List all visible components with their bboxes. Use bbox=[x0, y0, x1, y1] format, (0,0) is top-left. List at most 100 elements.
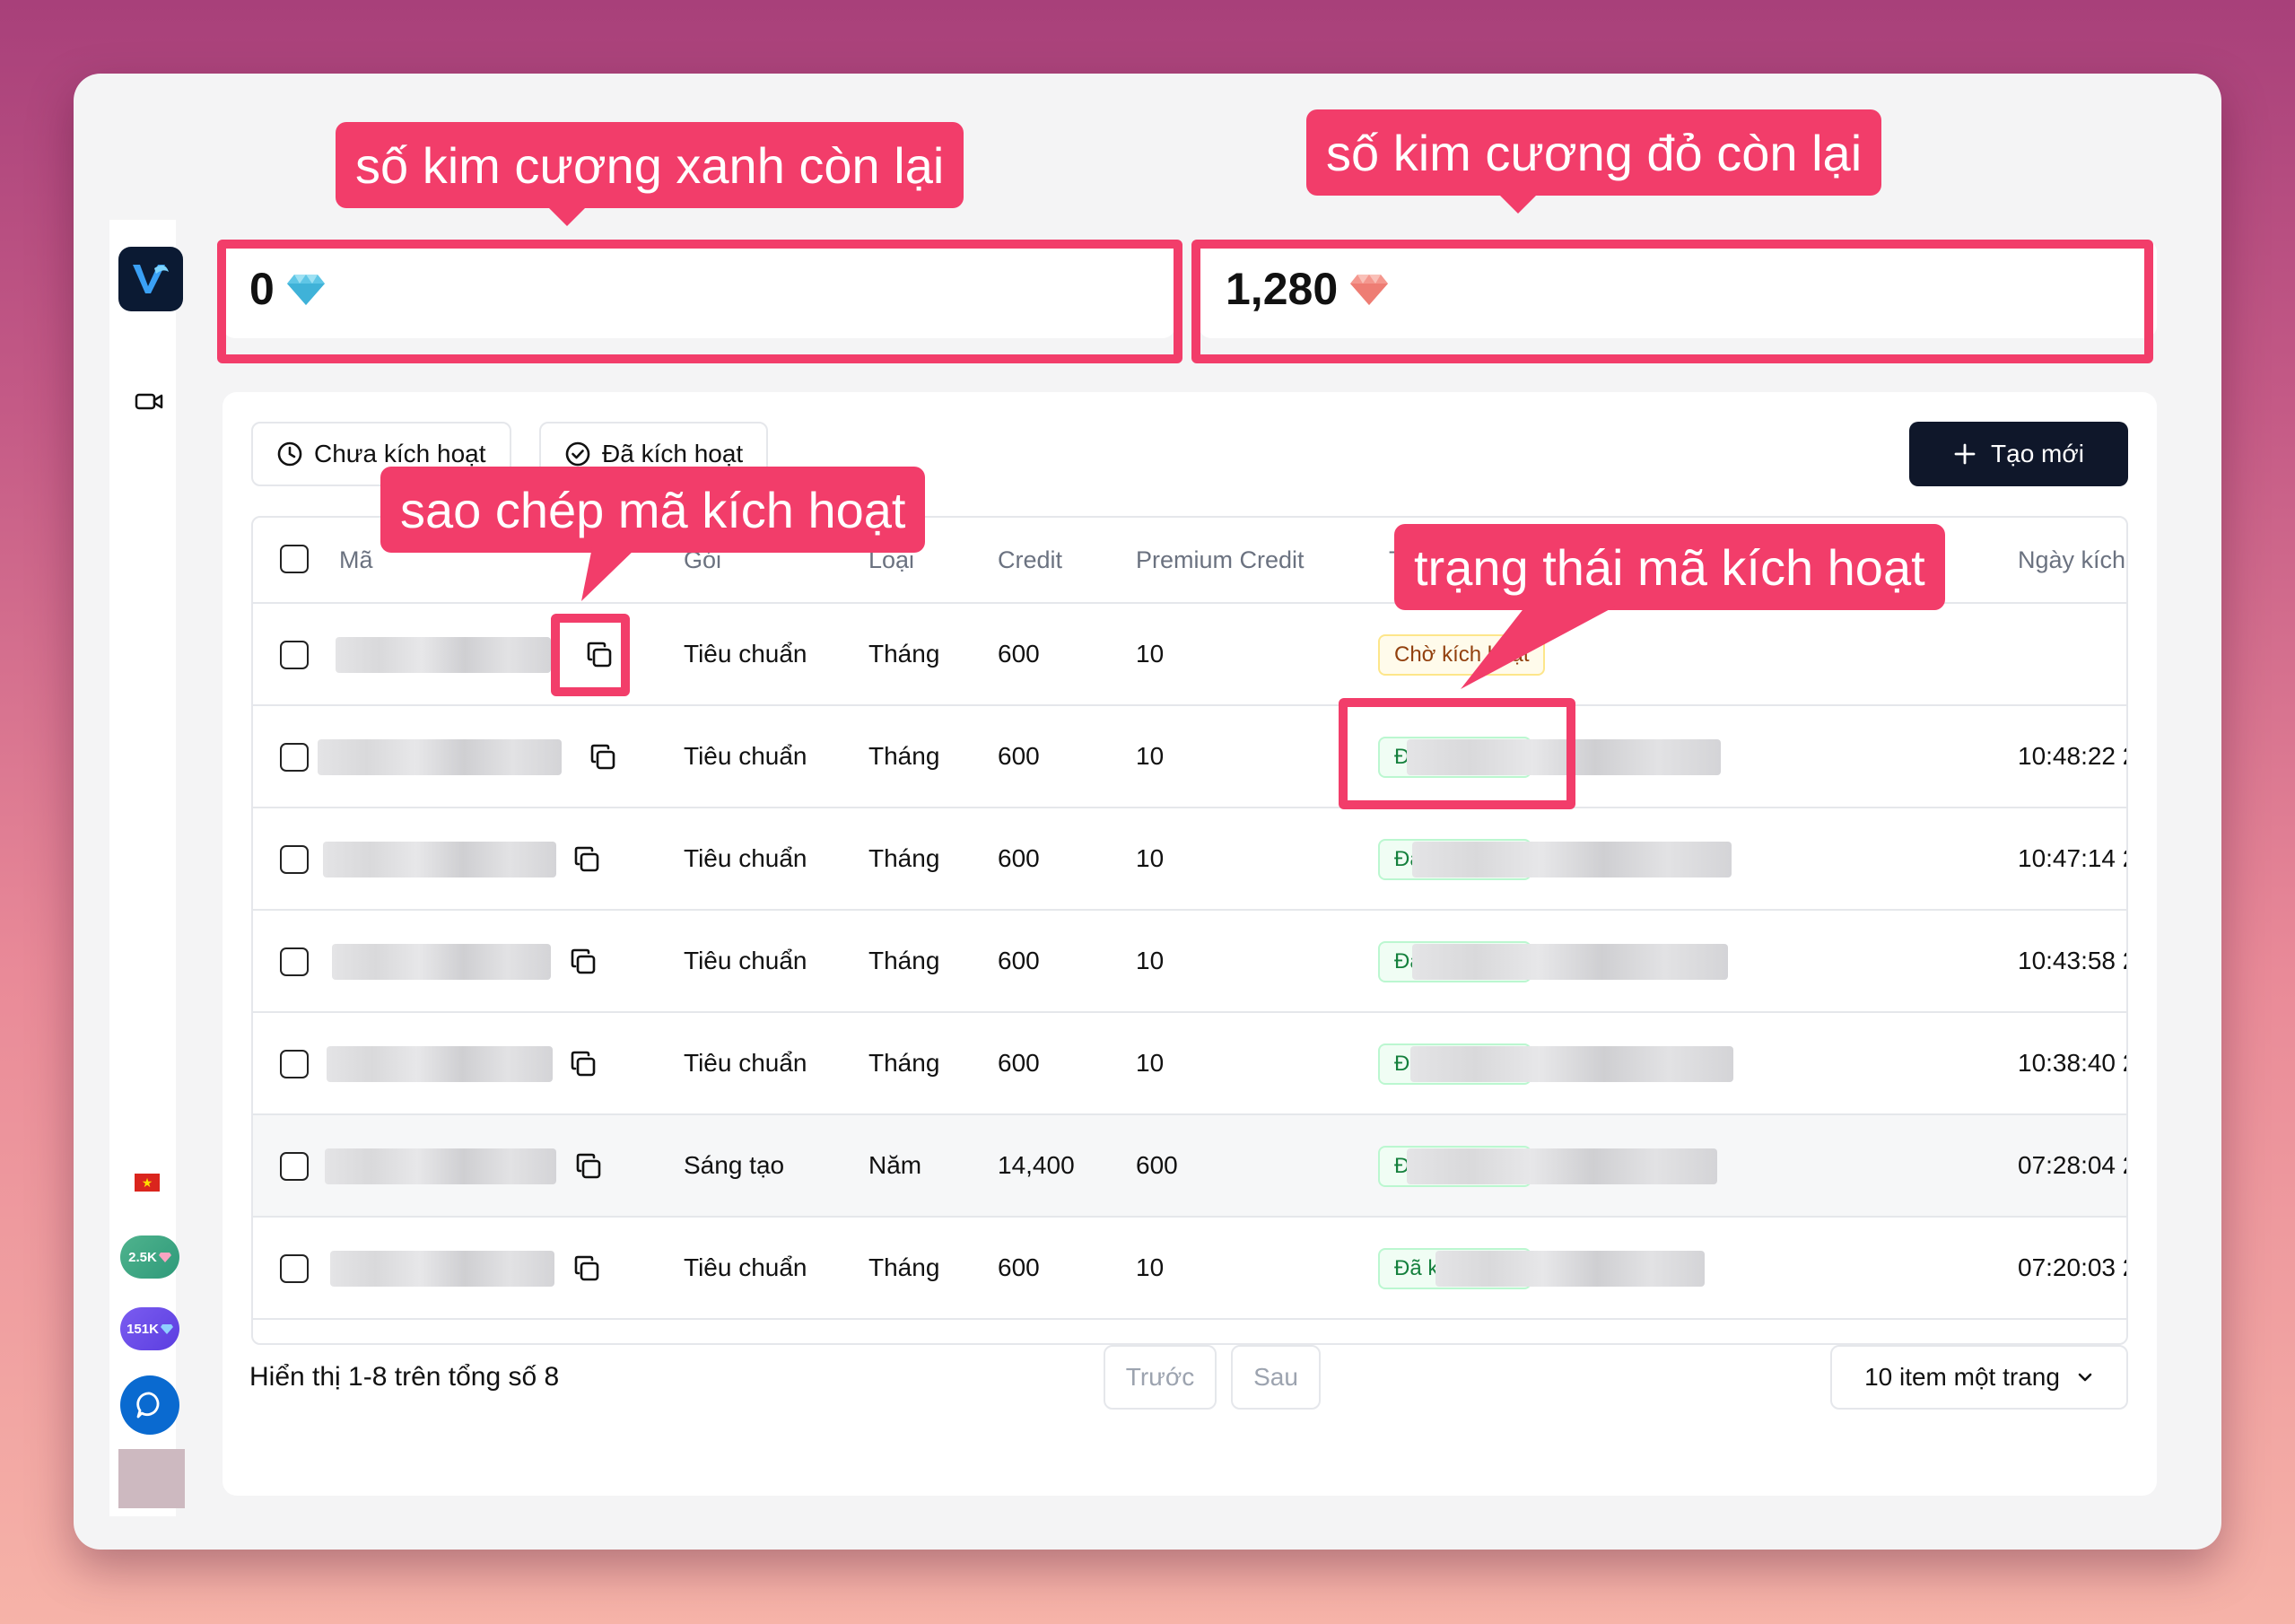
copy-icon[interactable] bbox=[572, 1254, 601, 1283]
app-window: ★ 2.5K 151K 0 1,280 Chưa kích hoạt Đã kí… bbox=[74, 74, 2221, 1550]
video-camera-icon[interactable] bbox=[135, 390, 163, 412]
pagination-summary: Hiển thị 1-8 trên tổng số 8 bbox=[249, 1362, 560, 1392]
red-diamond-icon bbox=[1350, 275, 1389, 305]
type-cell: Tháng bbox=[868, 1253, 940, 1281]
package-cell: Tiêu chuẩn bbox=[684, 947, 807, 974]
copy-icon[interactable] bbox=[569, 947, 598, 976]
package-cell: Tiêu chuẩn bbox=[684, 1253, 807, 1281]
tab-label: Đã kích hoạt bbox=[602, 440, 744, 467]
type-cell: Tháng bbox=[868, 1049, 940, 1077]
activation-date-cell: 07:28:04 25/12 bbox=[2018, 1151, 2126, 1179]
activation-code-value bbox=[318, 739, 562, 775]
tab-label: Chưa kích hoạt bbox=[314, 440, 486, 467]
credit-cell: 600 bbox=[998, 947, 1040, 974]
type-cell: Tháng bbox=[868, 947, 940, 974]
activation-date-cell: 10:38:40 27/12 bbox=[2018, 1049, 2126, 1077]
table-row[interactable]: Tiêu chuẩnTháng6001007:20:03 25/12Đã kíc… bbox=[253, 1218, 2126, 1320]
activated-by-value bbox=[1410, 1046, 1733, 1082]
blue-diamond-count: 0 bbox=[249, 264, 275, 314]
create-button-label: Tạo mới bbox=[1991, 440, 2084, 467]
premium-credit-cell: 10 bbox=[1136, 1253, 1165, 1281]
red-diamond-balance-pill[interactable]: 151K bbox=[120, 1307, 179, 1350]
activated-by-value bbox=[1412, 842, 1732, 877]
copy-icon[interactable] bbox=[574, 1152, 603, 1181]
type-cell: Tháng bbox=[868, 844, 940, 872]
credit-cell: 600 bbox=[998, 742, 1040, 770]
row-checkbox[interactable] bbox=[280, 845, 309, 874]
callout-tail bbox=[545, 205, 589, 226]
diamond-icon bbox=[160, 1324, 173, 1334]
package-cell: Tiêu chuẩn bbox=[684, 844, 807, 872]
premium-credit-cell: 600 bbox=[1136, 1151, 1178, 1179]
pill-label: 2.5K bbox=[128, 1249, 157, 1265]
activation-codes-table: Mã Gói Loại Credit Premium Credit T Ngày… bbox=[251, 516, 2128, 1345]
credit-cell: 600 bbox=[998, 844, 1040, 872]
column-header-premium-credit[interactable]: Premium Credit bbox=[1136, 518, 1305, 602]
app-logo[interactable] bbox=[118, 247, 183, 311]
activation-code-value bbox=[336, 637, 551, 673]
next-page-button[interactable]: Sau bbox=[1231, 1345, 1321, 1410]
per-page-label: 10 item một trang bbox=[1864, 1363, 2060, 1391]
package-cell: Tiêu chuẩn bbox=[684, 640, 807, 668]
table-row[interactable]: Sáng tạoNăm14,40060007:28:04 25/12Đã kíc… bbox=[253, 1115, 2126, 1218]
diamond-icon bbox=[158, 1253, 171, 1262]
pill-label: 151K bbox=[127, 1321, 159, 1337]
activation-code-value bbox=[330, 1251, 554, 1287]
table-row[interactable]: Tiêu chuẩn Tháng 600 10 Chờ kích hoạt bbox=[253, 604, 2126, 706]
blue-diamond-balance-card: 0 bbox=[223, 240, 1175, 338]
red-diamond-count: 1,280 bbox=[1226, 264, 1339, 314]
premium-credit-cell: 10 bbox=[1136, 640, 1165, 668]
chat-button[interactable] bbox=[120, 1375, 179, 1435]
row-checkbox[interactable] bbox=[280, 1254, 309, 1283]
check-circle-icon bbox=[565, 441, 590, 467]
activation-date-cell: 10:43:58 27/12 bbox=[2018, 947, 2126, 974]
type-cell: Năm bbox=[868, 1151, 922, 1179]
chevron-down-icon bbox=[2078, 1373, 2092, 1382]
row-checkbox[interactable] bbox=[280, 743, 309, 772]
credit-cell: 14,400 bbox=[998, 1151, 1075, 1179]
callout-blue-diamonds: số kim cương xanh còn lại bbox=[336, 122, 964, 208]
column-header-code[interactable]: Mã bbox=[339, 518, 373, 602]
callout-tail bbox=[1461, 607, 1615, 689]
copy-icon[interactable] bbox=[572, 845, 601, 874]
activation-date-cell: 07:20:03 25/12 bbox=[2018, 1253, 2126, 1281]
copy-icon[interactable] bbox=[569, 1050, 598, 1078]
blue-diamond-icon bbox=[286, 275, 325, 305]
table-row[interactable]: Tiêu chuẩnTháng6001010:43:58 27/12Đã kíc… bbox=[253, 911, 2126, 1013]
callout-code-status: trạng thái mã kích hoạt bbox=[1394, 524, 1945, 610]
vietnam-flag-icon[interactable]: ★ bbox=[135, 1174, 160, 1192]
plus-icon bbox=[1954, 443, 1976, 465]
avatar[interactable] bbox=[118, 1449, 185, 1508]
premium-credit-cell: 10 bbox=[1136, 742, 1165, 770]
row-checkbox[interactable] bbox=[280, 947, 309, 976]
premium-credit-cell: 10 bbox=[1136, 1049, 1165, 1077]
activation-date-cell: 10:48:22 27/12 bbox=[2018, 742, 2126, 770]
create-new-button[interactable]: Tạo mới bbox=[1909, 422, 2128, 486]
previous-page-button[interactable]: Trước bbox=[1104, 1345, 1217, 1410]
table-row[interactable]: Tiêu chuẩnTháng6001010:48:22 27/12Đã kíc… bbox=[253, 706, 2126, 808]
copy-icon[interactable] bbox=[589, 743, 617, 772]
callout-tail bbox=[1497, 192, 1540, 214]
items-per-page-select[interactable]: 10 item một trang bbox=[1830, 1345, 2128, 1410]
credit-cell: 600 bbox=[998, 1253, 1040, 1281]
type-cell: Tháng bbox=[868, 640, 940, 668]
blue-diamond-balance-pill[interactable]: 2.5K bbox=[120, 1235, 179, 1279]
activation-code-value bbox=[325, 1148, 556, 1184]
table-row[interactable]: Tiêu chuẩnTháng6001010:47:14 27/12/Đã kí… bbox=[253, 808, 2126, 911]
copy-icon[interactable] bbox=[585, 641, 614, 669]
package-cell: Tiêu chuẩn bbox=[684, 1049, 807, 1077]
row-checkbox[interactable] bbox=[280, 1152, 309, 1181]
table-row[interactable]: Tiêu chuẩnTháng6001010:38:40 27/12Đã kíc… bbox=[253, 1013, 2126, 1115]
column-header-credit[interactable]: Credit bbox=[998, 518, 1062, 602]
premium-credit-cell: 10 bbox=[1136, 947, 1165, 974]
activation-code-value bbox=[332, 944, 551, 980]
type-cell: Tháng bbox=[868, 742, 940, 770]
select-all-checkbox[interactable] bbox=[280, 545, 309, 573]
activated-by-value bbox=[1407, 739, 1721, 775]
row-checkbox[interactable] bbox=[280, 1050, 309, 1078]
package-cell: Tiêu chuẩn bbox=[684, 742, 807, 770]
premium-credit-cell: 10 bbox=[1136, 844, 1165, 872]
row-checkbox[interactable] bbox=[280, 641, 309, 669]
clock-icon bbox=[277, 441, 302, 467]
column-header-activation-date[interactable]: Ngày kích hoạt bbox=[2018, 518, 2126, 602]
